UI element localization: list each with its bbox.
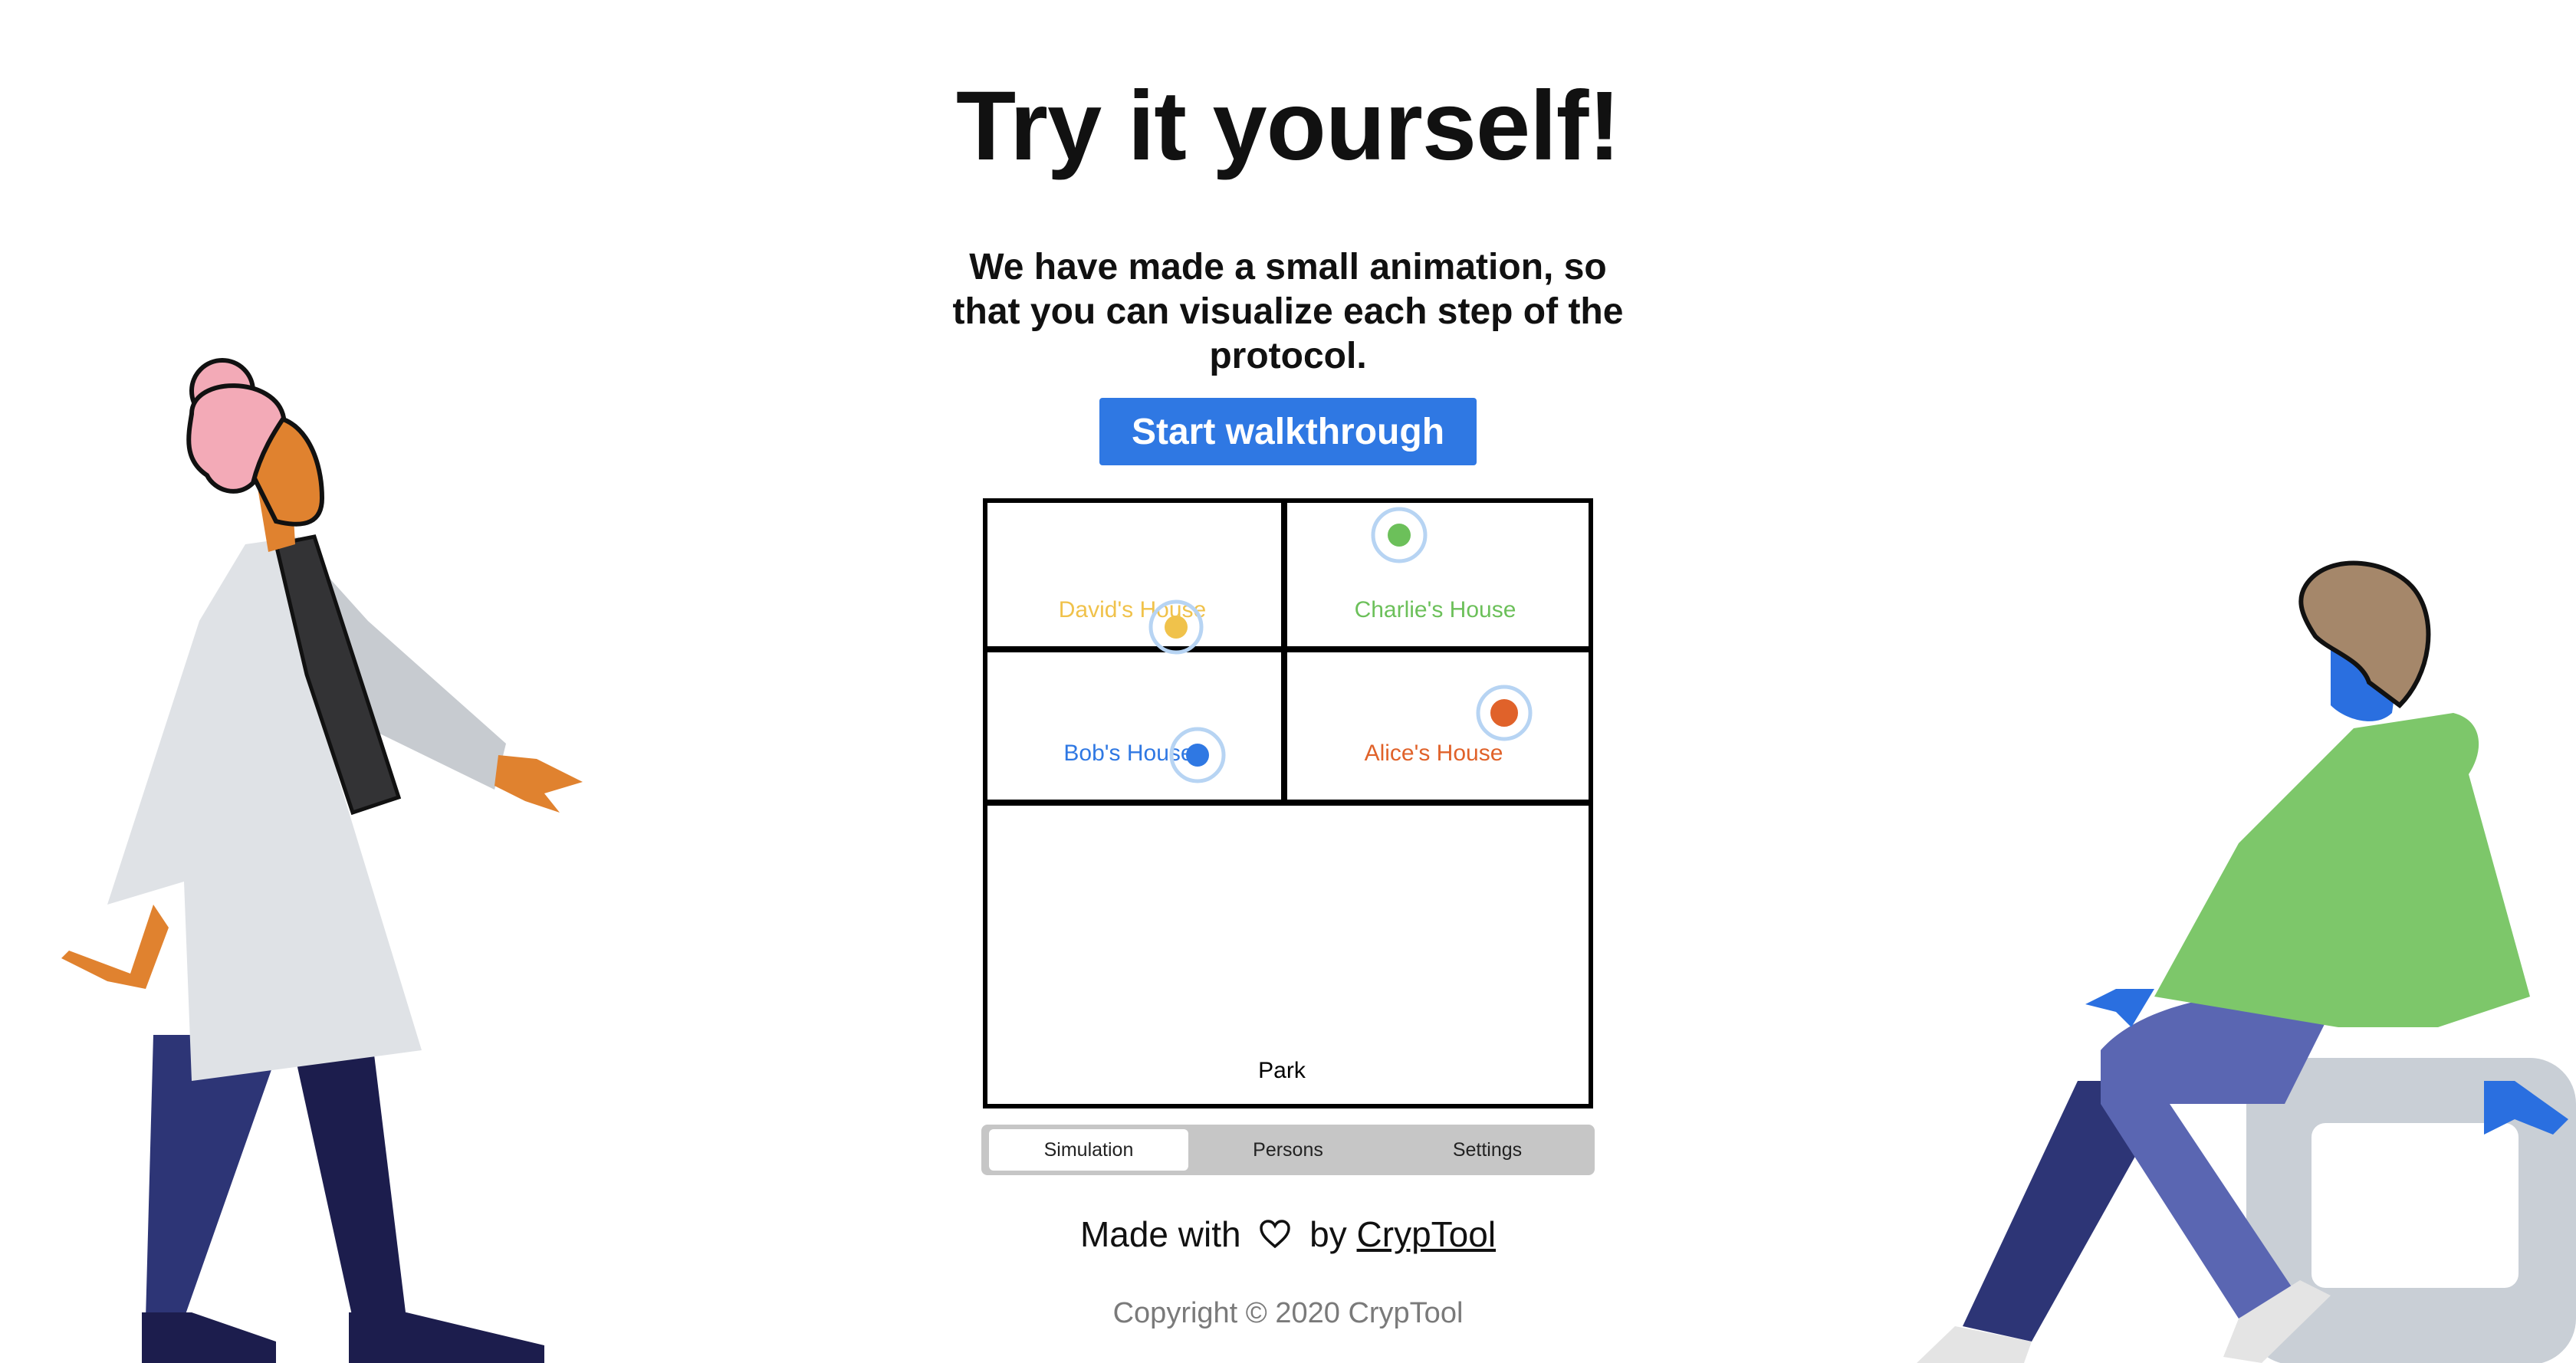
tab-persons[interactable]: Persons [1188, 1129, 1388, 1171]
copyright-text: Copyright © 2020 CrypTool [1112, 1297, 1464, 1329]
start-walkthrough-button[interactable]: Start walkthrough [1099, 398, 1477, 465]
walking-person-illustration [61, 358, 583, 1363]
heart-icon [1260, 1220, 1291, 1249]
house-label-charlie: Charlie's House [1355, 597, 1516, 622]
page-subtitle: We have made a small animation, so that … [952, 247, 1624, 376]
park-label: Park [1258, 1058, 1306, 1083]
house-label-alice: Alice's House [1365, 741, 1503, 766]
made-with-line: Made with by CrypTool [0, 1211, 2576, 1257]
house-label-david: David's House [1059, 597, 1206, 622]
cryptool-link[interactable]: CrypTool [1357, 1214, 1497, 1254]
page-title: Try it yourself! [956, 71, 1621, 181]
simulation-map[interactable]: David's House Charlie's House Bob's Hous… [983, 498, 1593, 1108]
tab-settings[interactable]: Settings [1388, 1129, 1587, 1171]
tab-simulation[interactable]: Simulation [989, 1129, 1188, 1171]
made-with-prefix: Made with [1079, 1214, 1241, 1254]
made-with-suffix: by [1309, 1214, 1347, 1254]
simulation-tab-bar: Simulation Persons Settings [981, 1125, 1595, 1175]
